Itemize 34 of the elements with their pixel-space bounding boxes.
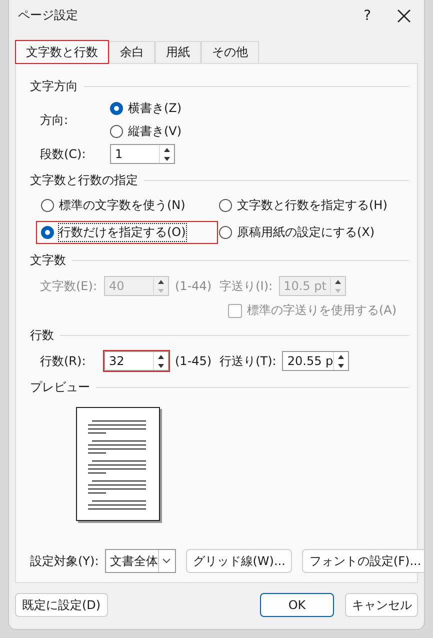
radio-option[interactable]: 横書き(Z) [110, 100, 182, 117]
dialog-button[interactable]: フォントの設定(F)... [302, 549, 424, 573]
range-text: (1-45) [175, 354, 212, 368]
radio-option[interactable]: 行数だけを指定する(O) [36, 221, 218, 244]
radio-option[interactable]: 縦書き(V) [110, 123, 182, 140]
tab[interactable]: 文字数と行数 [15, 40, 109, 64]
group-heading: 行数 [30, 326, 54, 344]
spin-box[interactable]: 32 [104, 351, 169, 371]
tab[interactable]: 用紙 [155, 41, 201, 63]
group-heading: 文字数と行数の指定 [30, 172, 138, 188]
field-label: 方向: [40, 112, 70, 128]
group-heading: 文字数 [30, 252, 66, 268]
field-label: 行送り(T): [220, 352, 276, 370]
field-label: 文字数(E): [40, 278, 98, 294]
tab[interactable]: その他 [201, 41, 259, 63]
field-label: 設定対象(Y): [30, 552, 99, 570]
set-default-button[interactable]: 既定に設定(D) [15, 593, 108, 617]
dialog-button[interactable]: グリッド線(W)... [186, 549, 292, 573]
field-label: 行数(R): [40, 352, 87, 370]
help-button[interactable]: ? [364, 8, 371, 24]
chevron-down-icon [162, 558, 172, 564]
spin-box[interactable]: 1 [110, 144, 175, 164]
field-label: 段数(C): [40, 146, 87, 162]
range-text: (1-44) [175, 279, 212, 293]
field-label: 字送り(I): [220, 278, 273, 294]
tab[interactable]: 余白 [109, 41, 155, 63]
cancel-button[interactable]: キャンセル [345, 593, 418, 617]
ok-button[interactable]: OK [260, 593, 334, 617]
apply-to-dropdown[interactable]: 文書全体 [104, 549, 176, 573]
window-title: ページ設定 [18, 7, 79, 24]
spin-box[interactable]: 20.55 p [282, 351, 350, 371]
group-heading: プレビュー [30, 378, 90, 396]
group-heading: 文字方向 [30, 78, 78, 94]
close-icon[interactable] [397, 8, 411, 22]
